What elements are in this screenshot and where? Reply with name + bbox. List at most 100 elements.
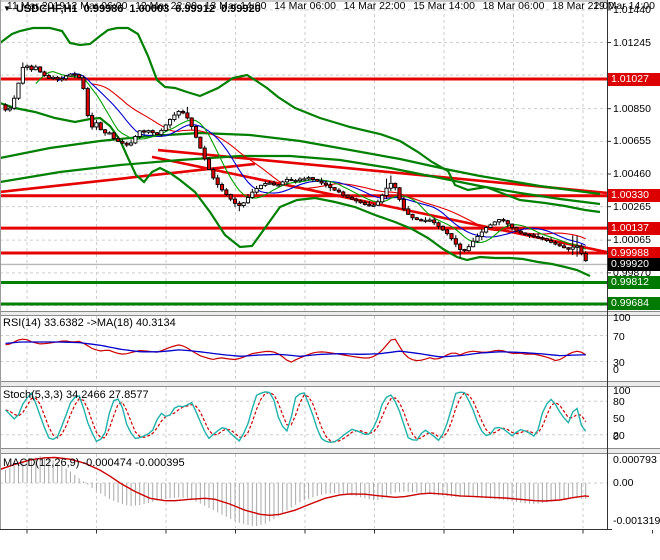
bear-candle: [85, 88, 90, 116]
bear-candle: [562, 245, 567, 249]
bear-candle: [410, 213, 415, 219]
panel-separator: [0, 448, 660, 454]
bull-candle: [163, 124, 168, 131]
bear-candle: [358, 200, 363, 204]
bull-candle: [371, 204, 376, 207]
bear-candle: [232, 198, 238, 204]
bear-candle: [345, 194, 350, 198]
bull-candle: [254, 188, 259, 193]
bear-candle: [271, 182, 277, 186]
bear-candle: [46, 75, 51, 79]
bear-candle: [536, 236, 541, 239]
bear-candle: [553, 241, 558, 245]
time-axis-label: 14 Mar 22:00: [343, 0, 406, 12]
bear-candle: [544, 238, 549, 241]
bull-candle: [267, 182, 272, 185]
bear-candle: [111, 132, 116, 140]
bear-candle: [315, 178, 320, 182]
bear-candle: [462, 248, 467, 252]
bear-candle: [150, 130, 155, 134]
bull-candle: [51, 76, 56, 79]
bear-candle: [224, 189, 229, 195]
bear-candle: [531, 234, 536, 238]
bull-candle: [33, 66, 38, 71]
bull-candle: [423, 219, 428, 222]
bull-candle: [380, 194, 385, 203]
bear-candle: [514, 227, 519, 232]
support-price-badge: 0.99812: [608, 276, 660, 290]
rsi-panel-label: RSI(14) 33.6382 ->MA(18) 40.3134: [3, 317, 176, 329]
bull-candle: [284, 179, 290, 183]
support-price-badge: 0.99684: [608, 297, 660, 311]
bear-candle: [219, 184, 225, 191]
bull-candle: [250, 191, 255, 198]
bull-candle: [167, 119, 173, 126]
bear-candle: [566, 247, 571, 250]
bear-candle: [336, 189, 341, 193]
bear-candle: [453, 238, 458, 245]
bull-candle: [575, 245, 580, 248]
bear-candle: [185, 112, 190, 119]
bull-candle: [172, 114, 177, 120]
bull-candle: [25, 65, 30, 68]
current-price-badge: 0.99920: [608, 257, 660, 271]
bull-candle: [16, 82, 21, 99]
bull-candle: [7, 107, 12, 111]
bear-candle: [77, 74, 82, 79]
bear-candle: [211, 168, 216, 179]
bear-candle: [579, 245, 584, 254]
mt4-chart-window: ▼ USDCHF,H1 0.99986 1.00003 0.99912 0.99920 R…: [0, 0, 660, 560]
bull-candle: [488, 224, 493, 228]
bear-candle: [189, 117, 194, 127]
bear-candle: [198, 136, 203, 149]
bull-candle: [570, 246, 575, 250]
price-axis-label: 1.00460: [613, 168, 651, 180]
bear-candle: [445, 229, 450, 235]
bear-candle: [202, 147, 207, 160]
bull-candle: [59, 78, 64, 81]
price-axis-label: 1.00065: [613, 234, 651, 247]
bull-candle: [375, 201, 380, 206]
bear-candle: [436, 222, 441, 227]
resistance-price-badge: 1.00330: [608, 189, 660, 203]
bear-candle: [349, 196, 354, 200]
bull-candle: [64, 75, 69, 80]
bull-candle: [276, 184, 281, 187]
bear-candle: [124, 142, 129, 146]
bear-candle: [81, 77, 86, 90]
resistance-price-badge: 1.01027: [608, 72, 660, 86]
bull-candle: [94, 122, 99, 128]
stochastic-axis-label: 50: [613, 413, 625, 425]
stochastic-axis-label: 80: [613, 396, 625, 409]
resistance-price-badge: 1.00137: [608, 221, 660, 235]
bear-candle: [29, 65, 34, 71]
bear-candle: [414, 217, 419, 221]
bear-candle: [401, 198, 406, 210]
bear-candle: [449, 233, 454, 240]
bull-candle: [20, 66, 25, 84]
bull-candle: [68, 73, 73, 77]
bear-candle: [142, 130, 147, 133]
bear-candle: [310, 177, 315, 180]
bull-candle: [484, 227, 489, 233]
bear-candle: [3, 104, 8, 111]
stochastic-panel-label: Stoch(5,3,3) 34.2466 27.8577: [3, 389, 149, 401]
bear-candle: [72, 73, 77, 76]
bear-candle: [323, 182, 328, 186]
macd-panel-label: MACD(12,26,9) -0.000474 -0.000395: [3, 457, 185, 469]
rsi-axis-label: 100: [613, 312, 631, 324]
bear-candle: [354, 198, 359, 202]
bull-candle: [427, 219, 432, 222]
bear-candle: [154, 132, 160, 136]
rsi-axis-label: 70: [613, 330, 625, 343]
bear-candle: [393, 182, 398, 189]
bull-candle: [159, 129, 164, 136]
bear-candle: [98, 122, 103, 131]
time-axis-label: 19 Mar 14:00: [593, 0, 655, 12]
bull-candle: [245, 197, 251, 204]
panel-separator: [0, 311, 660, 316]
bear-candle: [42, 71, 47, 77]
macd-axis-label: 0.00: [613, 477, 634, 489]
chart-canvas[interactable]: [0, 0, 660, 560]
bull-candle: [146, 130, 151, 133]
